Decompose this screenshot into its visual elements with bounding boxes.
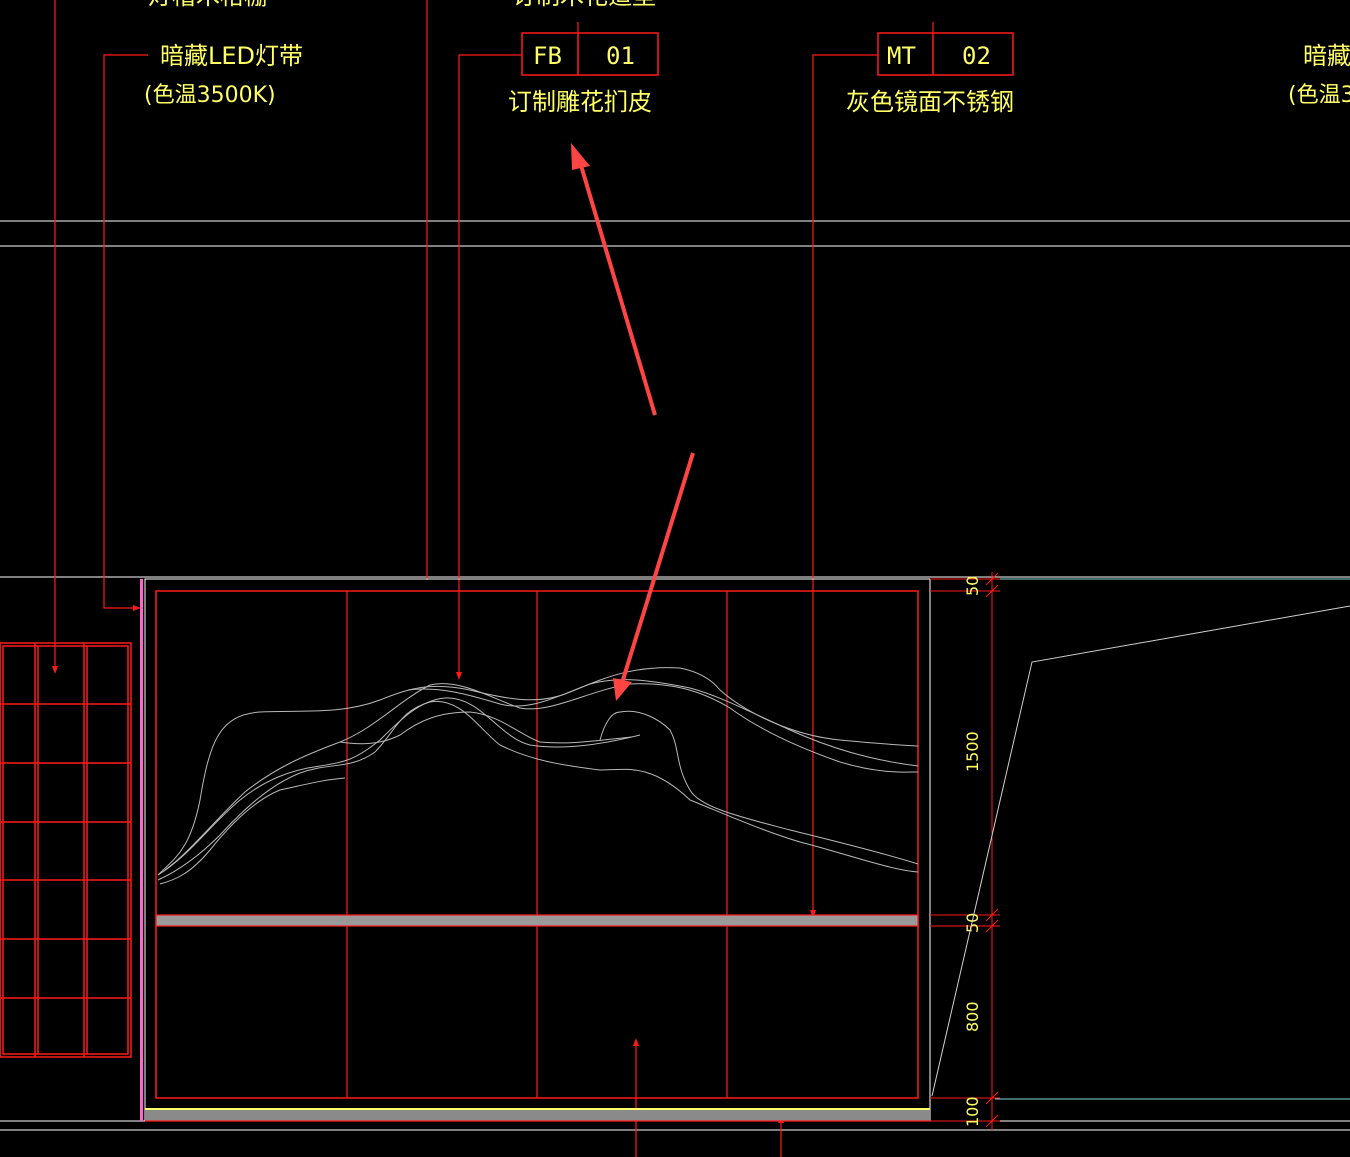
tag-mt-number: 02	[962, 42, 991, 70]
annotation-arrowhead-up-icon	[571, 143, 590, 170]
mountain-carving	[157, 667, 919, 885]
tag-mt-code: MT	[887, 42, 916, 70]
annotation-arrows	[571, 143, 695, 701]
led-right-temp: (色温35	[1288, 83, 1350, 108]
cad-drawing: 灯槽木格栅 订制木花造型	[0, 0, 1350, 1157]
led-left-temp: (色温3500K)	[144, 83, 276, 108]
material-tag-mt02: MT 02 灰色镜面不锈钢	[846, 32, 1014, 116]
reference-lines	[0, 220, 1350, 1131]
dim-top-50: 50	[963, 576, 982, 596]
annotation-arrowhead-down-icon	[613, 678, 632, 701]
led-right-title: 暗藏L	[1303, 42, 1350, 70]
dim-100: 100	[963, 1096, 982, 1127]
base-strip	[145, 1109, 930, 1121]
material-tag-fb01: FB 01 订制雕花扪皮	[508, 32, 659, 116]
tag-fb-number: 01	[606, 42, 635, 70]
tag-mt-description: 灰色镜面不锈钢	[846, 88, 1014, 116]
annotation-arrow-up	[578, 161, 657, 416]
dim-800: 800	[963, 1001, 982, 1032]
led-left-title: 暗藏LED灯带	[160, 42, 303, 70]
leader-arrowheads	[52, 605, 816, 1123]
tag-fb-description: 订制雕花扪皮	[508, 88, 652, 116]
perspective-lines	[931, 605, 1350, 1097]
left-grid	[0, 642, 132, 1058]
annotation-arrow-down	[620, 452, 695, 684]
label-top-left-partial: 灯槽木格栅	[148, 0, 268, 10]
cabinet-elevation	[140, 578, 931, 1122]
dim-1500: 1500	[963, 731, 982, 772]
cyan-lines	[995, 578, 1350, 1100]
dimension-chain: 50 1500 50 800 100	[930, 572, 1000, 1130]
stainless-band	[155, 914, 919, 927]
label-top-mid-partial: 订制木花造型	[512, 0, 656, 10]
tag-fb-code: FB	[533, 42, 562, 70]
dim-mid-50: 50	[963, 913, 982, 933]
